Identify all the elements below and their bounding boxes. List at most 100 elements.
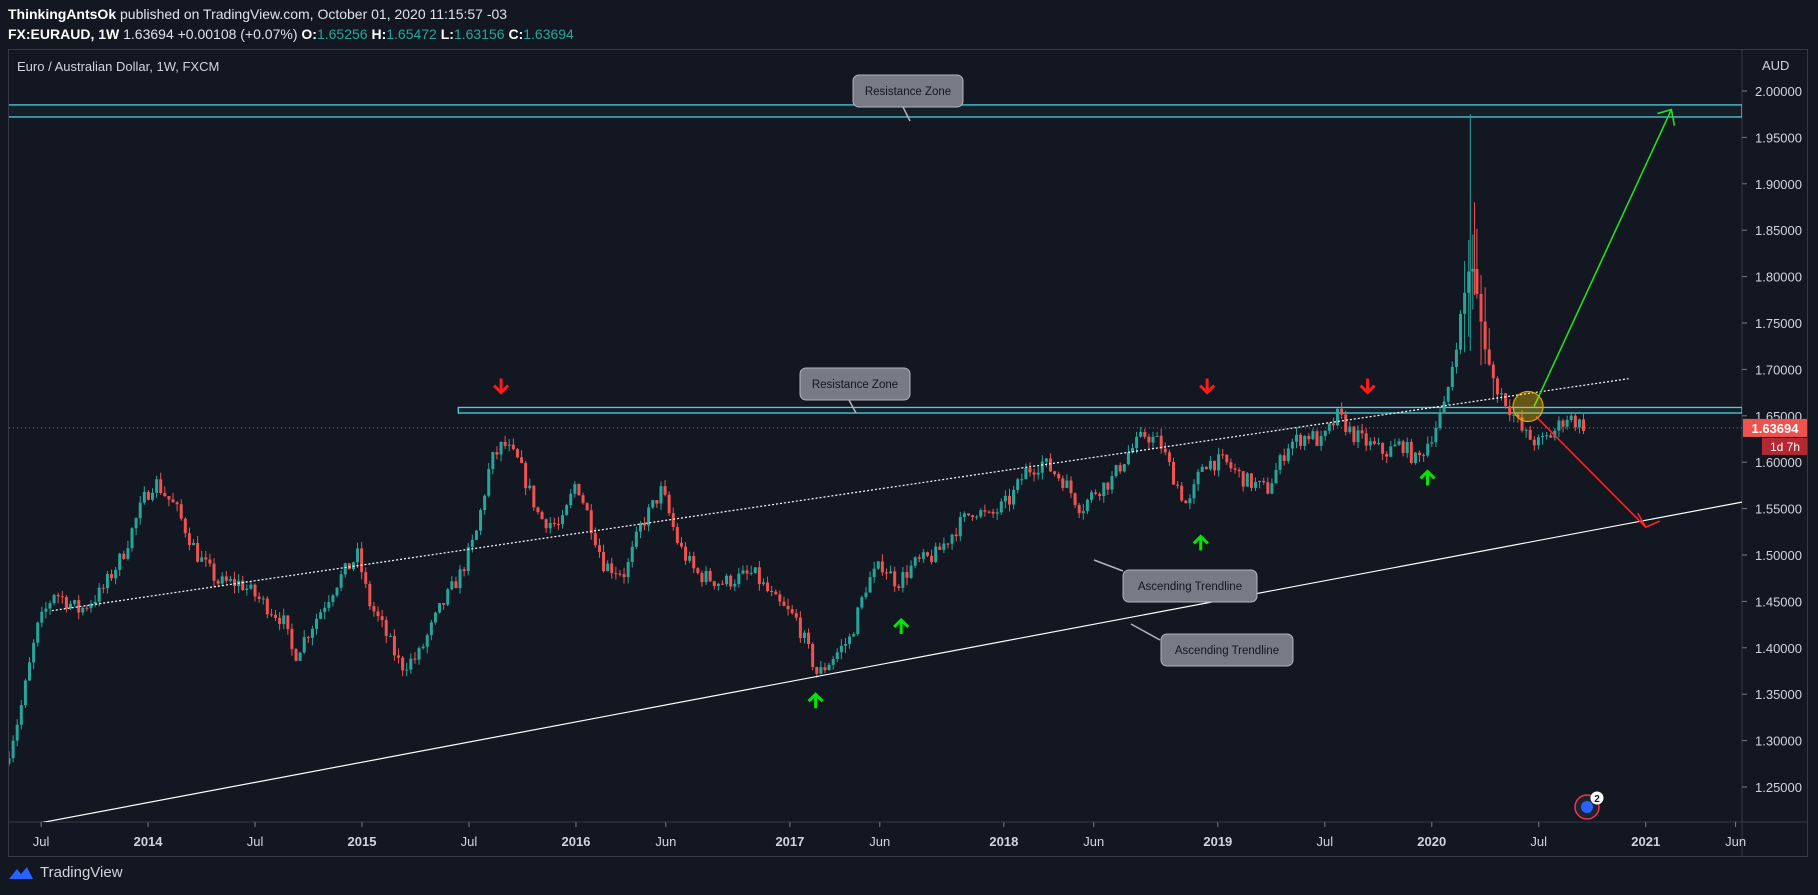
candle: [179, 499, 183, 521]
candle: [778, 590, 782, 607]
candle: [1430, 436, 1434, 447]
candle: [1377, 437, 1381, 446]
price-chart[interactable]: Euro / Australian Dollar, 1W, FXCM 1.2500…: [0, 0, 1818, 860]
candle: [19, 700, 23, 730]
candle-body: [565, 505, 569, 516]
candle: [204, 551, 208, 567]
plot-area: [9, 104, 1742, 822]
candle: [819, 661, 823, 675]
candle: [245, 584, 249, 596]
trendline-callout-lower-label: Ascending Trendline: [1175, 645, 1279, 657]
candle: [200, 550, 204, 562]
candle: [823, 662, 827, 674]
candle: [64, 595, 68, 613]
candle-body: [528, 485, 532, 489]
candle-body: [1573, 415, 1577, 428]
candle: [856, 606, 860, 636]
candle: [1331, 417, 1335, 431]
candle-body: [1422, 455, 1426, 457]
candle-body: [860, 597, 864, 608]
candle: [1081, 503, 1085, 520]
candle: [1172, 457, 1176, 485]
candle: [766, 576, 770, 593]
y-tick-label: 1.30000: [1755, 734, 1802, 749]
candle: [1315, 429, 1319, 447]
candle-body: [1467, 271, 1471, 293]
candle: [302, 630, 306, 654]
candle-body: [1434, 427, 1438, 443]
candle-body: [487, 469, 491, 496]
candle-body: [1549, 435, 1553, 438]
candle-body: [753, 567, 757, 573]
candle: [364, 567, 368, 589]
candle-body: [187, 533, 191, 546]
x-tick-label: Jul: [247, 834, 264, 849]
candle: [1454, 342, 1458, 374]
candle-body: [1085, 499, 1089, 512]
tradingview-logo[interactable]: TradingView: [8, 864, 123, 881]
candle-body: [11, 740, 15, 759]
candle: [1094, 489, 1098, 496]
candle-body: [446, 589, 450, 605]
candle-body: [729, 575, 733, 587]
candle-body: [782, 601, 786, 606]
candle-body: [913, 557, 917, 566]
candle: [852, 631, 856, 637]
candle-body: [454, 581, 458, 589]
candle-body: [930, 555, 934, 563]
candle: [544, 518, 548, 533]
candle: [294, 648, 298, 662]
candle: [1426, 436, 1430, 458]
candle: [397, 648, 401, 664]
candle-body: [183, 518, 187, 534]
candle-body: [1081, 511, 1085, 514]
candle-body: [696, 568, 700, 574]
candle-body: [335, 587, 339, 596]
candle-body: [224, 576, 228, 581]
candle: [15, 719, 19, 747]
candle-body: [622, 574, 626, 578]
candle: [958, 512, 962, 542]
candle: [319, 609, 323, 620]
bearish-projection-arrow: [1535, 415, 1647, 528]
candle-body: [663, 486, 667, 495]
candle: [782, 596, 786, 607]
candle: [1143, 428, 1147, 439]
candle: [712, 580, 716, 590]
candle-body: [48, 603, 52, 609]
candle: [520, 450, 524, 464]
candle-body: [1184, 500, 1188, 504]
candle-body: [118, 553, 122, 570]
candle: [56, 592, 60, 604]
candle-body: [515, 449, 519, 458]
candle-body: [893, 571, 897, 587]
candle-body: [544, 519, 548, 529]
candle-body: [1319, 435, 1323, 446]
candle: [1545, 431, 1549, 440]
candle-body: [356, 548, 360, 563]
candle-body: [1262, 480, 1266, 483]
candle-body: [257, 596, 261, 599]
candle: [667, 491, 671, 517]
candle: [663, 480, 667, 497]
candle: [1028, 462, 1032, 477]
candle: [901, 567, 905, 593]
candle-body: [532, 485, 536, 508]
candle-body: [9, 758, 11, 764]
down-marker-icon: [1199, 378, 1216, 395]
candle: [224, 570, 228, 584]
y-tick-label: 1.50000: [1755, 548, 1802, 563]
candle: [1491, 361, 1495, 400]
candle-body: [1176, 484, 1180, 486]
candle: [1274, 463, 1278, 484]
candle-body: [245, 588, 249, 591]
candle: [155, 475, 159, 498]
candle-body: [1003, 495, 1007, 502]
candle-body: [1413, 452, 1417, 463]
candle: [1360, 423, 1364, 439]
candle-body: [40, 611, 44, 623]
candle: [811, 642, 815, 671]
candle-body: [1048, 458, 1052, 472]
candle-body: [1147, 436, 1151, 443]
candle-body: [979, 510, 983, 517]
